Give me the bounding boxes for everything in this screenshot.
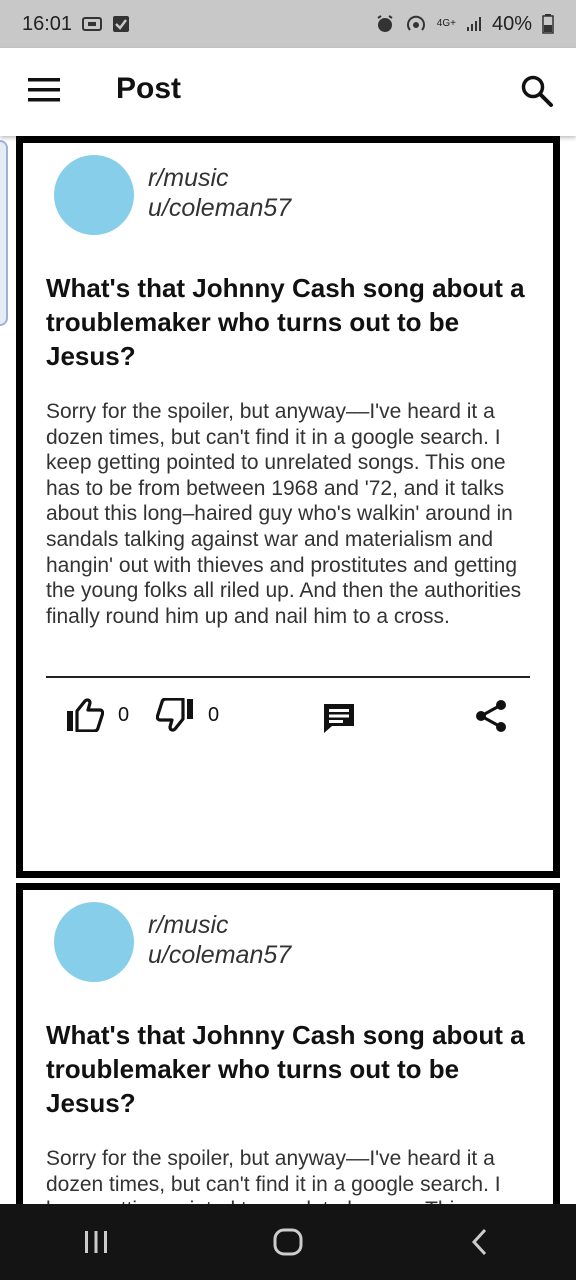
signal-icon bbox=[466, 16, 482, 32]
username-label[interactable]: u/coleman57 bbox=[148, 193, 291, 223]
battery-percent: 40% bbox=[491, 12, 532, 35]
post-meta: r/music u/coleman57 bbox=[148, 910, 291, 970]
recent-apps-icon bbox=[85, 1231, 107, 1253]
post-title: What's that Johnny Cash song about a tro… bbox=[46, 1020, 525, 1118]
hotspot-icon bbox=[405, 14, 427, 34]
thumbs-up-icon bbox=[67, 698, 104, 732]
hamburger-menu-icon[interactable] bbox=[28, 78, 60, 106]
avatar[interactable] bbox=[54, 902, 134, 982]
dislike-count: 0 bbox=[208, 703, 220, 726]
back-button[interactable] bbox=[450, 1222, 510, 1262]
checkbox-icon bbox=[112, 15, 130, 33]
post-meta: r/music u/coleman57 bbox=[148, 163, 291, 223]
status-bar: 16:01 4G+ 40% bbox=[0, 0, 576, 48]
page-title: Post bbox=[116, 72, 182, 105]
drawer-edge-handle[interactable] bbox=[0, 140, 8, 326]
screenshot-icon bbox=[82, 15, 103, 33]
like-button[interactable]: 0 bbox=[66, 698, 129, 732]
system-nav-bar bbox=[0, 1204, 576, 1280]
back-icon bbox=[471, 1228, 487, 1256]
comment-button[interactable] bbox=[322, 702, 356, 734]
alarm-icon bbox=[375, 14, 395, 34]
share-icon bbox=[476, 700, 506, 732]
post-card[interactable]: r/music u/coleman57 What's that Johnny C… bbox=[16, 136, 560, 878]
search-icon[interactable] bbox=[520, 74, 554, 108]
app-bar: Post bbox=[0, 48, 576, 136]
avatar[interactable] bbox=[54, 155, 134, 235]
thumbs-down-icon bbox=[156, 698, 193, 732]
divider bbox=[46, 676, 530, 678]
post-feed[interactable]: r/music u/coleman57 What's that Johnny C… bbox=[16, 136, 560, 1204]
recent-apps-button[interactable] bbox=[66, 1222, 126, 1262]
like-count: 0 bbox=[118, 703, 130, 726]
battery-icon bbox=[542, 14, 554, 34]
status-right: 4G+ 40% bbox=[375, 13, 554, 36]
post-actions: 0 0 bbox=[46, 698, 530, 738]
post-body: Sorry for the spoiler, but anyway––I've … bbox=[46, 1147, 506, 1204]
screen: 16:01 4G+ 40% Post r/music u/coleman57 W… bbox=[0, 0, 576, 1280]
status-left: 16:01 bbox=[22, 13, 130, 36]
home-icon bbox=[273, 1228, 303, 1256]
subreddit-label[interactable]: r/music bbox=[148, 163, 291, 193]
subreddit-label[interactable]: r/music bbox=[148, 910, 291, 940]
username-label[interactable]: u/coleman57 bbox=[148, 940, 291, 970]
home-button[interactable] bbox=[258, 1222, 318, 1262]
dislike-button[interactable]: 0 bbox=[156, 698, 219, 732]
network-type: 4G+ bbox=[436, 18, 456, 29]
comment-icon bbox=[324, 704, 354, 733]
post-title: What's that Johnny Cash song about a tro… bbox=[46, 273, 525, 371]
post-card[interactable]: r/music u/coleman57 What's that Johnny C… bbox=[16, 883, 560, 1204]
post-body: Sorry for the spoiler, but anyway––I've … bbox=[46, 400, 522, 628]
share-button[interactable] bbox=[474, 699, 508, 733]
status-time: 16:01 bbox=[22, 12, 73, 35]
